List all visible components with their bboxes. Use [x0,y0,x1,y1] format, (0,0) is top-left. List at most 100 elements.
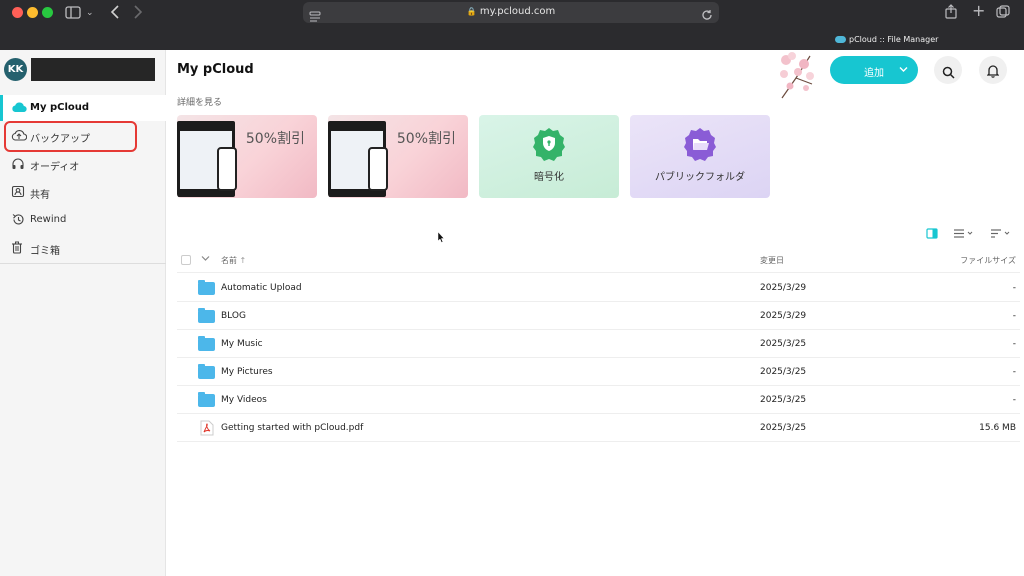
folder-icon [198,280,215,295]
sidebar-item-audio[interactable]: オーディオ [0,151,166,177]
reload-icon[interactable] [701,6,713,25]
file-size: - [1012,283,1016,293]
search-button[interactable] [934,56,962,84]
select-all-checkbox[interactable] [181,255,191,265]
file-name[interactable]: BLOG [221,311,246,321]
table-row[interactable]: Getting started with pCloud.pdf 2025/3/2… [177,414,1020,442]
info-panel-toggle-icon[interactable] [926,224,940,239]
pcloud-favicon-icon [835,36,846,43]
file-size: - [1012,395,1016,405]
cherry-blossom-decoration [776,50,818,100]
table-row[interactable]: BLOG 2025/3/29 - [177,302,1020,330]
file-date: 2025/3/25 [760,339,807,349]
sidebar-divider [0,263,166,264]
table-row[interactable]: My Pictures 2025/3/25 - [177,358,1020,386]
file-date: 2025/3/25 [760,423,807,433]
sidebar-toggle-icon[interactable] [65,6,81,23]
folder-open-icon [683,127,717,161]
share-contact-icon [11,185,25,199]
sidebar-item-my-pcloud[interactable]: My pCloud [0,95,166,121]
promo-card-label: 50%割引 [396,131,456,147]
file-date: 2025/3/25 [760,367,807,377]
file-name[interactable]: My Music [221,339,263,349]
file-name[interactable]: Getting started with pCloud.pdf [221,423,363,433]
rewind-icon [11,213,25,227]
headphones-icon [11,157,25,171]
folder-icon [198,392,215,407]
address-bar[interactable]: 🔒 my.pcloud.com [303,2,719,23]
promo-card-discount-2[interactable]: 50%割引 [328,115,468,198]
bell-icon [986,63,1000,82]
folder-icon [198,336,215,351]
new-tab-icon[interactable]: + [972,3,985,19]
sort-icon[interactable] [990,224,1014,238]
sidebar-item-label: 共有 [30,190,50,201]
forward-icon[interactable] [133,5,143,23]
table-row[interactable]: Automatic Upload 2025/3/29 - [177,274,1020,302]
file-name[interactable]: My Pictures [221,367,273,377]
column-header-name[interactable]: 名前 ↑ [221,255,246,266]
sidebar-item-rewind[interactable]: Rewind [0,207,166,233]
promo-card-label: 50%割引 [245,131,305,147]
promo-card-label: 暗号化 [534,172,564,183]
sort-ascending-icon: ↑ [239,256,247,265]
add-button[interactable]: 追加 [830,56,918,84]
sidebar-item-label: My pCloud [30,102,90,113]
trash-icon [11,241,25,255]
highlight-annotation [4,121,137,152]
phone-mockup-image [217,147,237,191]
zoom-window-button[interactable] [42,7,53,18]
lock-icon: 🔒 [466,7,477,16]
chevron-down-icon[interactable]: ⌄ [86,6,94,20]
shield-icon [532,127,566,161]
file-date: 2025/3/29 [760,283,807,293]
avatar[interactable]: KK [4,58,27,81]
column-header-size[interactable]: ファイルサイズ [960,255,1016,266]
mouse-cursor-icon [437,228,445,243]
tab-title[interactable]: pCloud :: File Manager [849,35,938,44]
notifications-button[interactable] [979,56,1007,84]
tab-overview-icon[interactable] [996,5,1010,22]
pdf-icon [200,420,214,436]
user-name-redacted [31,58,155,81]
view-mode-icon[interactable] [953,224,977,238]
browser-chrome: ⌄ 🔒 my.pcloud.com + pCloud :: File Manag… [0,0,1024,50]
column-header-modified[interactable]: 変更日 [760,255,784,266]
folder-icon [198,308,215,323]
file-date: 2025/3/29 [760,311,807,321]
file-size: 15.6 MB [979,423,1016,433]
search-icon [942,64,955,83]
folder-icon [198,364,215,379]
table-row[interactable]: My Videos 2025/3/25 - [177,386,1020,414]
see-more-link[interactable]: 詳細を見る [177,95,222,108]
sidebar-item-shared[interactable]: 共有 [0,179,166,205]
promo-card-label: パブリックフォルダ [655,172,745,183]
add-button-label: 追加 [864,68,884,79]
sidebar-item-trash[interactable]: ゴミ箱 [0,235,166,261]
promo-card-discount-1[interactable]: 50%割引 [177,115,317,198]
back-icon[interactable] [110,5,120,23]
active-indicator [0,95,3,121]
file-size: - [1012,311,1016,321]
file-size: - [1012,339,1016,349]
file-list-header: 名前 ↑ 変更日 ファイルサイズ [177,247,1020,273]
file-name[interactable]: Automatic Upload [221,283,302,293]
file-date: 2025/3/25 [760,395,807,405]
chevron-down-icon[interactable] [201,255,210,264]
sidebar-item-label: Rewind [30,214,67,225]
promo-card-encryption[interactable]: 暗号化 [479,115,619,198]
share-icon[interactable] [945,4,957,23]
close-window-button[interactable] [12,7,23,18]
page-title: My pCloud [177,62,254,77]
file-name[interactable]: My Videos [221,395,267,405]
file-size: - [1012,367,1016,377]
minimize-window-button[interactable] [27,7,38,18]
chevron-down-icon [899,65,908,73]
promo-card-public-folder[interactable]: パブリックフォルダ [630,115,770,198]
sidebar-item-label: オーディオ [30,162,80,173]
url-text: 🔒 my.pcloud.com [466,6,556,17]
sidebar-item-label: ゴミ箱 [30,246,60,257]
phone-mockup-image [368,147,388,191]
table-row[interactable]: My Music 2025/3/25 - [177,330,1020,358]
cloud-icon [11,101,27,115]
